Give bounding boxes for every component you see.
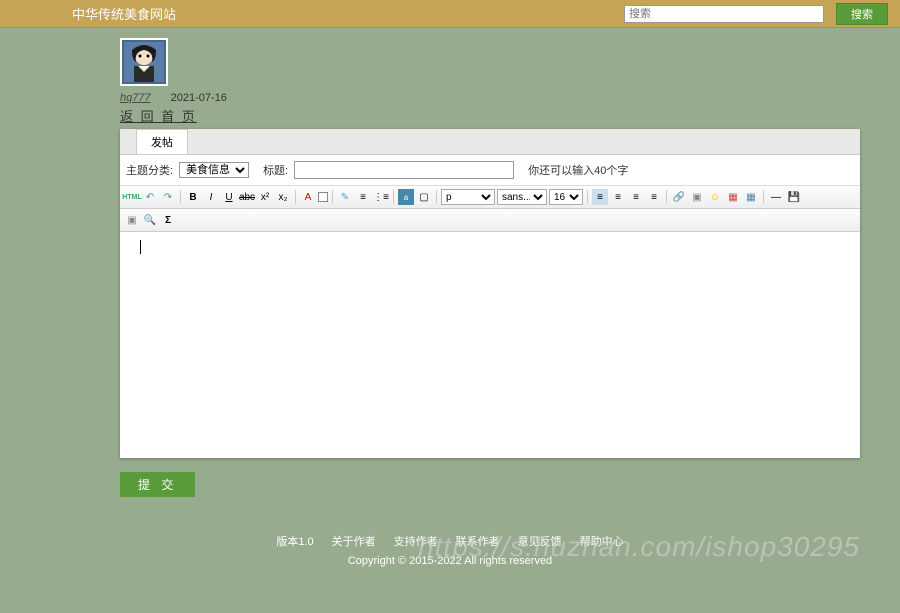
footer-link[interactable]: 关于作者 [332, 533, 376, 549]
chain-link-icon[interactable]: 🔗 [671, 189, 687, 205]
footer-link[interactable]: 支持作者 [394, 533, 438, 549]
align-justify-icon[interactable]: ≡ [646, 189, 662, 205]
post-form-panel: 发帖 主题分类: 美食信息 标题: 你还可以输入40个字 HTML ↶ ↷ B … [120, 129, 860, 458]
search-input[interactable] [624, 5, 824, 23]
separator [763, 190, 764, 204]
tab-post[interactable]: 发帖 [136, 129, 188, 154]
html-source-icon[interactable]: HTML [124, 189, 140, 205]
align-right-icon[interactable]: ≡ [628, 189, 644, 205]
media-icon[interactable]: ▦ [725, 189, 741, 205]
save-icon[interactable]: 💾 [786, 189, 802, 205]
footer: 版本1.0 关于作者 支持作者 联系作者 意见反馈 帮助中心 Copyright… [0, 533, 900, 567]
copyright-text: Copyright © 2015-2022 All rights reserve… [0, 555, 900, 567]
avatar [120, 38, 168, 86]
editor-toolbar-2: ▣ 🔍 Σ [120, 209, 860, 232]
unordered-list-icon[interactable]: ⋮≡ [373, 189, 389, 205]
separator [180, 190, 181, 204]
hr-icon[interactable]: — [768, 189, 784, 205]
redo-icon[interactable]: ↷ [160, 189, 176, 205]
zoom-icon[interactable]: 🔍 [142, 212, 158, 228]
title-input[interactable] [294, 161, 514, 179]
symbol-icon[interactable]: ▣ [124, 212, 140, 228]
link-icon[interactable]: a [398, 189, 414, 205]
text-cursor [140, 240, 141, 254]
underline-icon[interactable]: U [221, 189, 237, 205]
footer-link[interactable]: 版本1.0 [276, 533, 313, 549]
post-date: 2021-07-16 [171, 92, 227, 104]
char-hint: 你还可以输入40个字 [528, 162, 628, 178]
font-select[interactable]: sans... [497, 189, 547, 205]
footer-link[interactable]: 意见反馈 [518, 533, 562, 549]
category-label: 主题分类: [126, 162, 173, 178]
format-select[interactable]: p [441, 189, 495, 205]
italic-icon[interactable]: I [203, 189, 219, 205]
separator [436, 190, 437, 204]
editor-textarea[interactable] [120, 232, 860, 458]
separator [332, 190, 333, 204]
highlight-icon[interactable]: ✎ [337, 189, 353, 205]
table-icon[interactable]: ▦ [743, 189, 759, 205]
page-icon[interactable]: ▢ [416, 189, 432, 205]
size-select[interactable]: 16 [549, 189, 583, 205]
search-button[interactable]: 搜索 [836, 3, 888, 25]
back-home-link[interactable]: 返 回 首 页 [120, 106, 197, 125]
font-color-icon[interactable]: A [300, 189, 316, 205]
image-icon[interactable]: ▣ [689, 189, 705, 205]
submit-button[interactable]: 提 交 [120, 472, 195, 497]
form-meta-row: 主题分类: 美食信息 标题: 你还可以输入40个字 [120, 155, 860, 185]
subscript-icon[interactable]: x₂ [275, 189, 291, 205]
align-left-icon[interactable]: ≡ [592, 189, 608, 205]
bold-icon[interactable]: B [185, 189, 201, 205]
separator [666, 190, 667, 204]
footer-links: 版本1.0 关于作者 支持作者 联系作者 意见反馈 帮助中心 [0, 533, 900, 549]
sigma-icon[interactable]: Σ [160, 212, 176, 228]
title-label: 标题: [263, 162, 288, 178]
ordered-list-icon[interactable]: ≡ [355, 189, 371, 205]
separator [393, 190, 394, 204]
emoji-icon[interactable]: ☺ [707, 189, 723, 205]
undo-icon[interactable]: ↶ [142, 189, 158, 205]
superscript-icon[interactable]: x² [257, 189, 273, 205]
user-section: hq777 2021-07-16 返 回 首 页 [0, 28, 900, 125]
username-link[interactable]: hq777 [120, 92, 151, 104]
strike-icon[interactable]: abc [239, 189, 255, 205]
site-title: 中华传统美食网站 [72, 4, 176, 23]
separator [587, 190, 588, 204]
tab-bar: 发帖 [120, 129, 860, 155]
footer-link[interactable]: 联系作者 [456, 533, 500, 549]
bg-color-icon[interactable] [318, 192, 328, 202]
header-bar: 中华传统美食网站 搜索 [0, 0, 900, 28]
editor-toolbar: HTML ↶ ↷ B I U abc x² x₂ A ✎ ≡ ⋮≡ a ▢ p … [120, 185, 860, 209]
separator [295, 190, 296, 204]
align-center-icon[interactable]: ≡ [610, 189, 626, 205]
footer-link[interactable]: 帮助中心 [580, 533, 624, 549]
category-select[interactable]: 美食信息 [179, 162, 249, 178]
